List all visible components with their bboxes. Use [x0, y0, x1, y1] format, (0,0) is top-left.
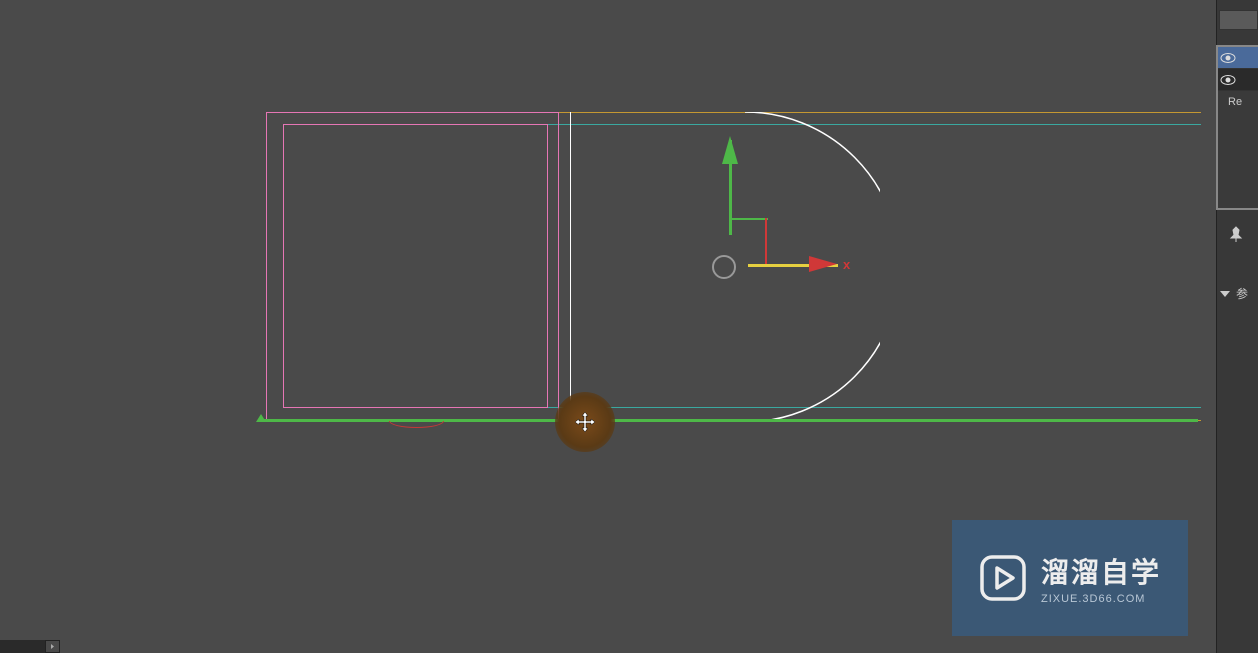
layer-row-selected[interactable]	[1218, 47, 1258, 69]
watermark: 溜溜自学 ZIXUE.3D66.COM	[952, 520, 1188, 636]
timeline-scrollbar[interactable]	[0, 640, 60, 653]
watermark-text: 溜溜自学 ZIXUE.3D66.COM	[1041, 551, 1161, 605]
watermark-title: 溜溜自学	[1041, 551, 1161, 591]
visibility-eye-icon[interactable]	[1220, 53, 1236, 63]
layer-row[interactable]	[1218, 69, 1258, 91]
scroll-track[interactable]	[0, 640, 45, 653]
scroll-right-icon[interactable]	[45, 640, 60, 653]
parameters-rollout-header[interactable]: 参	[1220, 285, 1248, 302]
pin-icon[interactable]	[1227, 225, 1245, 243]
rollout-title: 参	[1236, 285, 1248, 302]
layer-item-label: Re	[1228, 96, 1242, 108]
watermark-url: ZIXUE.3D66.COM	[1041, 593, 1161, 605]
viewport[interactable]: x 溜溜自学 ZIXUE.3D66.COM	[0, 0, 1201, 636]
visibility-eye-icon[interactable]	[1220, 75, 1236, 85]
command-panel[interactable]: Re 参	[1216, 0, 1258, 653]
watermark-play-icon	[979, 554, 1027, 602]
chevron-down-icon	[1220, 291, 1230, 297]
scene-explorer[interactable]: Re	[1216, 45, 1258, 210]
layer-item[interactable]: Re	[1218, 91, 1258, 113]
panel-dropdown[interactable]	[1219, 10, 1258, 30]
